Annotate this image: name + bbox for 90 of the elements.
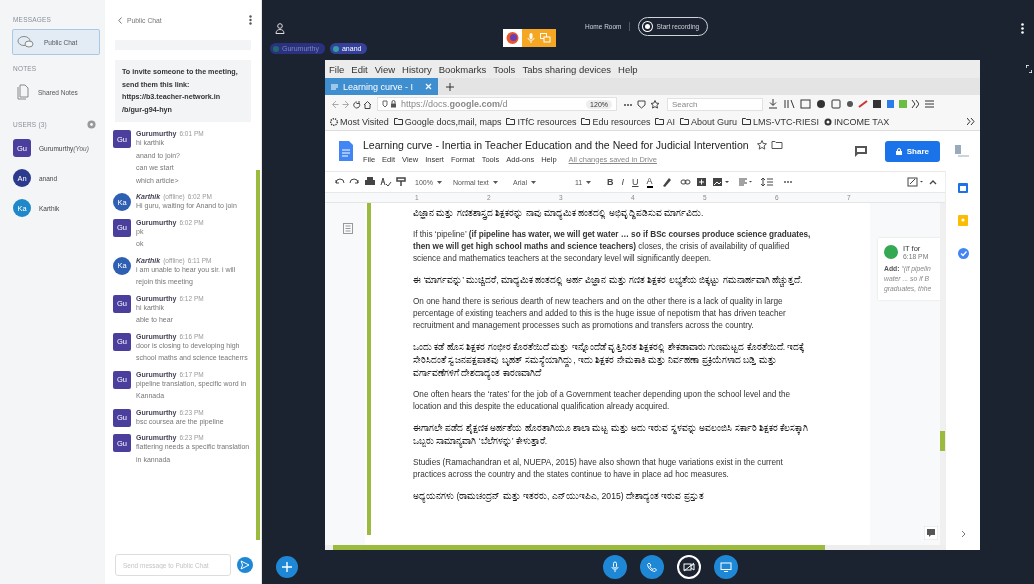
send-icon	[240, 560, 250, 570]
share-button[interactable]: Share	[884, 140, 940, 162]
fullscreen-icon[interactable]	[1026, 65, 1032, 73]
user-icon[interactable]	[275, 23, 285, 34]
bookmark-item[interactable]: INCOME TAX	[824, 116, 890, 127]
gear-icon	[330, 117, 338, 126]
more-icon[interactable]	[1021, 23, 1024, 34]
tasks-icon[interactable]	[957, 248, 969, 259]
outline-icon[interactable]	[343, 223, 353, 234]
paragraph: On one hand there is serious dearth of new teachers and on the other there is a lack of quality in large percentage of existing teachers and added to this is the huge issue of nepotism that has driven teacher recruitment and management processes such as promotions and transfers across the country.	[413, 296, 787, 332]
monitor-icon	[720, 562, 732, 572]
microphone-icon	[611, 561, 619, 573]
menu-item[interactable]: View	[374, 63, 396, 75]
folder-icon	[393, 118, 403, 125]
menu-item[interactable]: Help	[618, 63, 638, 75]
paragraph: ಅಧ್ಯಯನಗಳು (ರಾಮಚಂದ್ರನ್ ಮತ್ತು ಇತರರು, ಎನ್‌ಯುಇಪಿಎ, 2015) ದೇಶಾದ್ಯಂತ ಇರುವ ಪ್ರಸ್ತುತ	[413, 490, 705, 503]
menu-icon[interactable]	[925, 100, 934, 108]
bookmark-item[interactable]: About Guru	[679, 116, 737, 127]
camera-button[interactable]	[677, 555, 701, 579]
caret-icon	[492, 180, 498, 184]
bookmark-item[interactable]: AI	[655, 116, 675, 127]
folder-icon	[679, 118, 689, 125]
screen-share-button[interactable]	[714, 555, 738, 579]
format-button[interactable]: I	[621, 177, 624, 187]
paragraph: ಈಗಾಗಲೇ ಪಡೆದ ಶೈಕ್ಷಣಿಕ ಅರ್ಹತೆಯ ಹೊರತಾಗಿಯೂ ಶಾಲಾ ಮಟ್ಟ ಮತ್ತು ಅದು ಇರುವ ಸ್ಥಳವನ್ನು ಅವಲಂಬಿಸಿ ಸರ್ಕಾರಿ ಶಿಕ್ಷಕರ ಕೆಲಸಕ್ಕಾಗಿ ಒಬ್ಬರು ಸಾಮಾನ್ಯವಾಗಿ ‘ಬೆಲೆಗಳನ್ನು’ ಕೇಳುತ್ತಾರೆ.	[413, 422, 810, 448]
page-actions-icons[interactable]	[623, 99, 661, 109]
plus-icon[interactable]	[446, 82, 454, 91]
docs-icon[interactable]	[339, 141, 353, 161]
document-title[interactable]: Learning curve - Inertia in Teacher Education and the Need for Judicial Intervention	[363, 138, 749, 151]
caret-icon	[436, 180, 442, 184]
actions-button[interactable]	[276, 556, 298, 578]
notes-icon	[17, 84, 29, 100]
menu-item[interactable]: Bookmarks	[438, 63, 487, 75]
calendar-icon[interactable]	[958, 183, 968, 193]
add-comment-icon[interactable]	[924, 526, 938, 540]
paragraph: ವಿಜ್ಞಾನ ಮತ್ತು ಗಣಿತಶಾಸ್ತ್ರದ ಶಿಕ್ಷಕರನ್ನು ನಾವು ಮಾಧ್ಯಮಿಕ ಹಂತದಲ್ಲಿ ಅಭಿವೃದ್ಧಿಪಡಿಸುವ ಮಾರ್ಗವಿದು.	[413, 207, 705, 220]
folder-icon	[506, 118, 516, 125]
paragraph: If this ‘pipeline’ (if pipeline has water, we will get water … so if BSc courses produce science graduates, then we will get high school maths and science teachers) closes, the crisis of availability of qualified science and mathematics teachers at the secondary level will significantly deepen.	[413, 229, 812, 265]
plus-icon	[282, 562, 292, 572]
bookmark-item[interactable]: Most Visited	[330, 116, 389, 127]
format-button[interactable]: A	[646, 176, 653, 188]
menu-item[interactable]: History	[402, 63, 432, 75]
comments-icon[interactable]	[854, 145, 867, 157]
caret-icon	[531, 180, 536, 184]
chat-icon	[17, 35, 35, 49]
extension-icons[interactable]	[769, 99, 919, 109]
avatar-icon	[884, 245, 898, 259]
browser-tab[interactable]: Learning curve - I	[325, 78, 438, 95]
edit-tools-icons[interactable]	[335, 177, 407, 187]
send-button[interactable]	[237, 557, 253, 573]
bookmark-item[interactable]: Edu resources	[581, 116, 651, 127]
format-button[interactable]: U	[632, 177, 639, 187]
close-icon[interactable]	[425, 83, 432, 90]
scrollbar-thumb[interactable]	[940, 431, 945, 451]
settings-icon[interactable]	[87, 120, 96, 129]
audio-button[interactable]	[640, 555, 664, 579]
camera-off-icon	[683, 562, 695, 572]
chevron-icon[interactable]	[967, 118, 975, 125]
document-icon	[331, 83, 338, 90]
navigation-icons[interactable]	[331, 100, 371, 109]
lock-icon	[382, 100, 396, 108]
browser-icon[interactable]	[503, 29, 522, 47]
paragraph: ಒಂದು ಕಡೆ ಹೊಸ ಶಿಕ್ಷಕರ ಗಂಭೀರ ಕೊರತೆಯಿದೆ ಮತ್ತು ಇನ್ನೊಂದೆಡೆ ವೃತ್ತಿನಿರತ ಶಿಕ್ಷಕರಲ್ಲಿ ಶೇಕಡಾವಾರು ಗುಣಮಟ್ಟದ ಕೊರತೆಯಿದೆ. ಇದಕ್ಕೆ ಸೇರಿಸಿದಂತೆ ಸ್ವಜನಪಕ್ಷಪಾತವು ಬೃಹತ್ ಸಮಸ್ಯೆಯಾಗಿದ್ದು, ಇದು ಶಿಕ್ಷಕರ ನೇಮಕಾತಿ ಮತ್ತು ನಿರ್ವಹಣಾ ಪ್ರಕ್ರಿಯೆಗಳಾದ ಬಡ್ತಿ ಮತ್ತು ವರ್ಗಾವಣೆಗಳಿಗೆ ದೇಶದಾದ್ಯಂತ ಕಾರಣವಾಗಿದೆ	[413, 341, 806, 380]
bookmark-item[interactable]: LMS-VTC-RIESI	[742, 116, 819, 127]
paragraph: ಈ ‘ಮಾರ್ಗವನ್ನು’ ಮುಚ್ಚಿದರೆ, ಮಾಧ್ಯಮಿಕ ಹಂತದಲ್ಲಿ ಅರ್ಹ ವಿಜ್ಞಾನ ಮತ್ತು ಗಣಿತ ಶಿಕ್ಷಕರ ಲಭ್ಯತೆಯ ಬಿಕ್ಕಟ್ಟು ಗಮನಾರ್ಹವಾಗಿ ಹೆಚ್ಚುತ್ತದೆ.	[413, 274, 804, 287]
more-icon[interactable]	[249, 15, 252, 25]
scrollbar-thumb[interactable]	[256, 170, 260, 540]
bookmark-item[interactable]: ITfC resources	[506, 116, 577, 127]
phone-icon	[647, 562, 657, 572]
search-field[interactable]: Search	[667, 97, 763, 111]
caret-icon	[586, 180, 592, 184]
folder-icon	[581, 118, 591, 125]
scrollbar-thumb[interactable]	[333, 545, 825, 550]
paragraph: Studies (Ramachandran et al, NUEPA, 2015) have also shown that huge variations exist in the current practices across the country and the states continue to have in place ad hoc measures.	[413, 457, 784, 481]
star-folder-icons[interactable]	[756, 139, 783, 150]
editing-mode-icon[interactable]	[907, 177, 937, 187]
folder-icon	[742, 118, 751, 125]
chevron-icon[interactable]	[960, 530, 966, 538]
back-icon[interactable]	[118, 16, 122, 24]
paragraph: One often hears the ‘rates’ for the job of a Government teacher depending upon the school level and the location and this despite the educational qualification already acquired.	[413, 389, 792, 413]
menu-item[interactable]: Tabs sharing devices	[522, 63, 612, 75]
globe-icon	[824, 117, 832, 126]
bookmark-item[interactable]: Google docs,mail, maps	[393, 116, 502, 127]
microphone-button[interactable]	[603, 555, 627, 579]
menu-item[interactable]: Edit	[351, 63, 368, 75]
menu-item[interactable]: Tools	[493, 63, 516, 75]
format-button[interactable]: B	[607, 177, 614, 187]
menu-item[interactable]: File	[329, 63, 345, 75]
lock-icon	[895, 147, 902, 155]
folder-icon	[655, 118, 665, 125]
